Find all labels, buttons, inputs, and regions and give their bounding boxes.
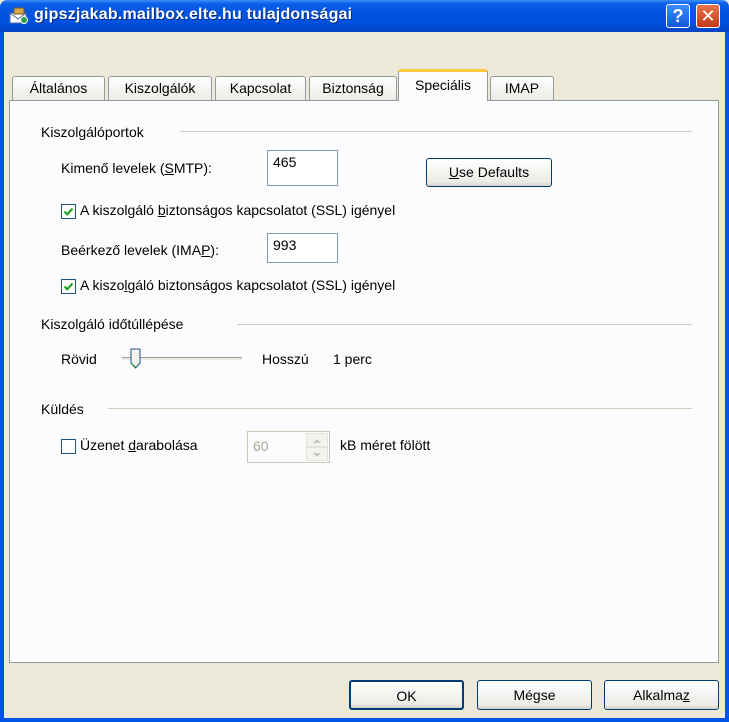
smtp-ssl-label[interactable]: A kiszolgáló biztonságos kapcsolatot (SS… — [80, 202, 395, 218]
tab-specialis[interactable]: Speciális — [398, 69, 488, 101]
timeout-group-label: Kiszolgáló időtúllépése — [41, 316, 184, 332]
tab-biztonsag[interactable]: Biztonság — [309, 76, 397, 100]
arrow-down-icon — [313, 453, 321, 457]
arrow-up-icon — [313, 439, 321, 443]
slider-thumb[interactable] — [130, 348, 141, 369]
tab-kapcsolat[interactable]: Kapcsolat — [215, 76, 306, 100]
mail-account-icon — [9, 7, 28, 24]
help-button[interactable]: ? — [666, 4, 690, 28]
tab-kiszolgalok[interactable]: Kiszolgálók — [108, 76, 212, 100]
imap-ssl-label[interactable]: A kiszolgáló biztonságos kapcsolatot (SS… — [80, 277, 395, 293]
title-bar[interactable]: gipszjakab.mailbox.elte.hu tulajdonságai… — [0, 0, 729, 32]
imap-ssl-checkbox[interactable] — [61, 279, 76, 294]
checkmark-icon — [63, 207, 74, 216]
tab-imap[interactable]: IMAP — [490, 76, 554, 100]
window-frame-right — [725, 32, 729, 722]
close-button[interactable]: ✕ — [696, 4, 720, 28]
split-message-label[interactable]: Üzenet darabolása — [80, 437, 198, 453]
timeout-value: 1 perc — [333, 351, 372, 367]
imap-port-label: Beérkező levelek (IMAP): — [61, 242, 219, 258]
use-defaults-button[interactable]: Use Defaults — [426, 158, 552, 187]
timeout-long-label: Hosszú — [262, 351, 309, 367]
checkmark-icon — [63, 282, 74, 291]
imap-port-input[interactable]: 993 — [267, 233, 338, 263]
spinner-down-button[interactable] — [306, 447, 328, 461]
ports-group-divider — [180, 131, 692, 132]
tab-panel — [9, 100, 719, 663]
spinner-up-button[interactable] — [306, 433, 328, 447]
timeout-slider[interactable] — [120, 348, 244, 370]
sending-group-divider — [108, 408, 692, 409]
window-frame-left — [0, 32, 4, 722]
smtp-ssl-checkbox[interactable] — [61, 204, 76, 219]
split-message-checkbox[interactable] — [61, 439, 76, 454]
smtp-port-input[interactable]: 465 — [267, 150, 338, 186]
timeout-group-divider — [237, 324, 692, 325]
split-size-spinner[interactable]: 60 — [247, 431, 330, 463]
ok-button[interactable]: OK — [349, 680, 464, 710]
window-frame-bottom — [0, 718, 729, 722]
window-title: gipszjakab.mailbox.elte.hu tulajdonságai — [34, 6, 353, 23]
split-size-input[interactable]: 60 — [253, 438, 269, 454]
apply-button[interactable]: Alkalmaz — [604, 680, 719, 710]
cancel-button[interactable]: Mégse — [477, 680, 592, 710]
split-size-unit: kB méret fölött — [340, 437, 431, 453]
timeout-short-label: Rövid — [61, 351, 97, 367]
ports-group-label: Kiszolgálóportok — [41, 124, 144, 140]
tab-altalanos[interactable]: Általános — [12, 76, 105, 100]
sending-group-label: Küldés — [41, 401, 84, 417]
smtp-port-label: Kimenő levelek (SMTP): — [61, 160, 212, 176]
